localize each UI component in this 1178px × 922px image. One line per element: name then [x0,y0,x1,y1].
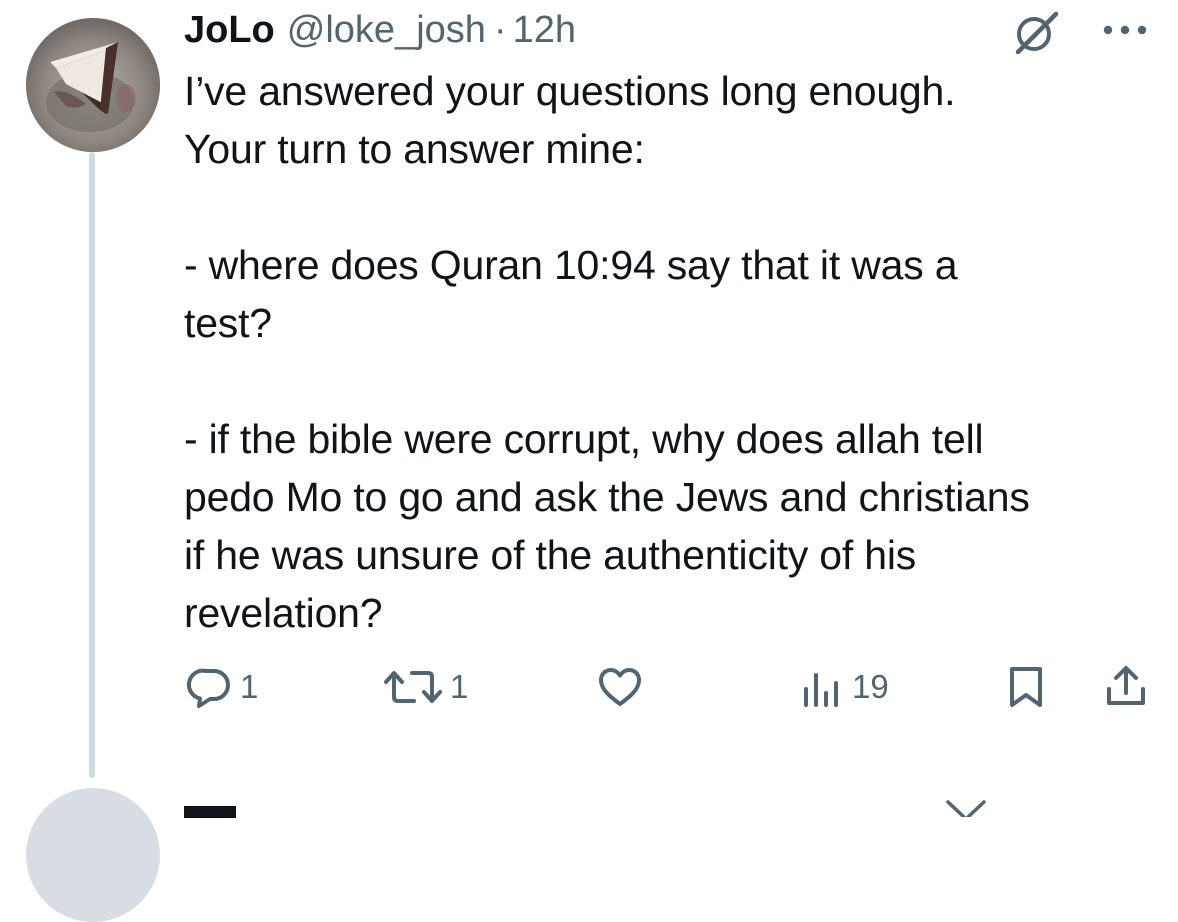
header-separator: · [493,9,507,51]
avatar-image [26,18,160,152]
like-icon [596,663,644,711]
retweet-count: 1 [450,668,469,705]
bookmark-button[interactable] [1002,660,1050,714]
tweet-text: I’ve answered your questions long enough… [184,68,1030,636]
author-name[interactable]: JoLo [184,8,275,52]
next-tweet-x-icon [944,800,988,819]
views-button[interactable]: 19 [798,660,889,714]
thread-line [89,152,95,778]
author-handle[interactable]: @loke_josh [287,8,486,52]
tweet-timestamp[interactable]: 12h [513,8,576,52]
tweet: JoLo @loke_josh · 12h I’ve answered your… [0,0,1178,922]
retweet-button[interactable]: 1 [382,660,468,714]
reply-count: 1 [240,668,259,705]
like-button[interactable] [596,660,644,714]
header-icons [1010,10,1160,55]
retweet-icon [382,663,444,711]
more-icon[interactable] [1098,14,1154,44]
share-icon [1102,663,1150,711]
next-tweet-avatar[interactable] [26,788,160,922]
views-count: 19 [852,668,889,705]
avatar[interactable] [26,18,160,152]
share-button[interactable] [1102,660,1150,714]
views-icon [798,663,846,711]
bookmark-icon [1002,663,1050,711]
grok-icon[interactable] [1010,10,1062,55]
tweet-header: JoLo @loke_josh · 12h [184,8,576,52]
next-tweet-author-name [184,806,236,818]
reply-icon [186,663,234,711]
tweet-actions: 1 1 19 [184,660,1164,714]
reply-button[interactable]: 1 [186,660,258,714]
